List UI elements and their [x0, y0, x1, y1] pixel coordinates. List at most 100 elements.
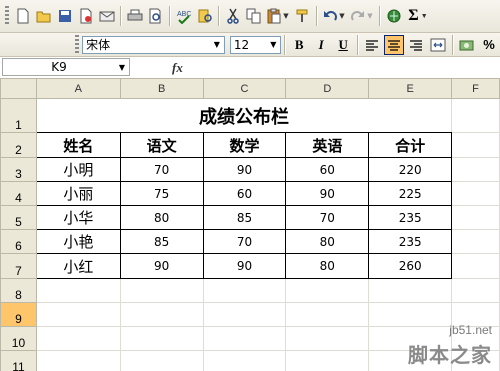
- header-cell[interactable]: 英语: [285, 132, 370, 158]
- print-icon[interactable]: [125, 6, 144, 26]
- redo-icon[interactable]: ▼: [349, 6, 375, 26]
- row-header[interactable]: 1: [0, 98, 37, 133]
- format-painter-icon[interactable]: [293, 6, 312, 26]
- data-cell[interactable]: 小华: [35, 205, 121, 230]
- data-cell[interactable]: 260: [368, 253, 453, 279]
- data-cell[interactable]: 220: [368, 157, 453, 182]
- chevron-down-icon[interactable]: ▼: [115, 63, 129, 72]
- paste-icon[interactable]: ▼: [265, 6, 291, 26]
- data-cell[interactable]: 小红: [35, 253, 121, 279]
- cell[interactable]: [35, 302, 121, 327]
- mail-icon[interactable]: [97, 6, 116, 26]
- undo-icon[interactable]: ▼: [321, 6, 347, 26]
- sheet-title-cell[interactable]: 成绩公布栏: [35, 98, 453, 133]
- column-header[interactable]: F: [451, 78, 500, 99]
- cell[interactable]: [285, 278, 370, 303]
- align-right-icon[interactable]: [406, 35, 426, 55]
- cell[interactable]: [451, 229, 500, 254]
- data-cell[interactable]: 225: [368, 181, 453, 206]
- data-cell[interactable]: 75: [119, 181, 204, 206]
- function-icon[interactable]: fx: [172, 60, 183, 76]
- row-header[interactable]: 6: [0, 229, 37, 254]
- font-size-select[interactable]: 12 ▼: [229, 35, 282, 54]
- cell[interactable]: [451, 157, 500, 182]
- data-cell[interactable]: 85: [119, 229, 204, 254]
- italic-button[interactable]: I: [311, 35, 331, 55]
- data-cell[interactable]: 小明: [35, 157, 121, 182]
- spelling-icon[interactable]: ABC: [174, 6, 193, 26]
- column-header[interactable]: A: [35, 78, 121, 99]
- percent-icon[interactable]: %: [479, 35, 499, 55]
- autosum-icon[interactable]: Σ ▼: [405, 6, 431, 26]
- row-header[interactable]: 2: [0, 132, 37, 158]
- data-cell[interactable]: 80: [285, 253, 370, 279]
- select-all-corner[interactable]: [0, 78, 37, 99]
- data-cell[interactable]: 小艳: [35, 229, 121, 254]
- cell[interactable]: [35, 278, 121, 303]
- toolbar-grip[interactable]: [5, 6, 9, 26]
- data-cell[interactable]: 90: [202, 157, 287, 182]
- new-icon[interactable]: [13, 6, 32, 26]
- header-cell[interactable]: 语文: [119, 132, 204, 158]
- header-cell[interactable]: 数学: [202, 132, 287, 158]
- hyperlink-icon[interactable]: [384, 6, 403, 26]
- row-header[interactable]: 11: [0, 350, 37, 371]
- align-center-icon[interactable]: [384, 34, 405, 55]
- row-header[interactable]: 8: [0, 278, 37, 303]
- save-icon[interactable]: [55, 6, 74, 26]
- data-cell[interactable]: 小丽: [35, 181, 121, 206]
- cell[interactable]: [35, 326, 121, 351]
- data-cell[interactable]: 80: [119, 205, 204, 230]
- data-cell[interactable]: 235: [368, 205, 453, 230]
- data-cell[interactable]: 70: [285, 205, 370, 230]
- data-cell[interactable]: 235: [368, 229, 453, 254]
- row-header[interactable]: 5: [0, 205, 37, 230]
- data-cell[interactable]: 90: [119, 253, 204, 279]
- row-header[interactable]: 3: [0, 157, 37, 182]
- formula-input[interactable]: [196, 58, 498, 76]
- cut-icon[interactable]: [223, 6, 242, 26]
- data-cell[interactable]: 90: [202, 253, 287, 279]
- cell[interactable]: [451, 205, 500, 230]
- cell[interactable]: [119, 326, 204, 351]
- cell[interactable]: [202, 278, 287, 303]
- row-header-selected[interactable]: 9: [0, 302, 37, 327]
- data-cell[interactable]: 60: [202, 181, 287, 206]
- cell[interactable]: [35, 350, 121, 371]
- cell[interactable]: [202, 350, 287, 371]
- underline-button[interactable]: U: [333, 35, 353, 55]
- data-cell[interactable]: 70: [119, 157, 204, 182]
- data-cell[interactable]: 85: [202, 205, 287, 230]
- cell[interactable]: [451, 98, 500, 133]
- open-icon[interactable]: [34, 6, 53, 26]
- row-header[interactable]: 10: [0, 326, 37, 351]
- chevron-down-icon[interactable]: ▼: [266, 37, 280, 53]
- cell[interactable]: [451, 181, 500, 206]
- header-cell[interactable]: 姓名: [35, 132, 121, 158]
- data-cell[interactable]: 90: [285, 181, 370, 206]
- research-icon[interactable]: [195, 6, 214, 26]
- cell[interactable]: [285, 302, 370, 327]
- data-cell[interactable]: 70: [202, 229, 287, 254]
- cell[interactable]: [451, 253, 500, 279]
- currency-icon[interactable]: [457, 35, 477, 55]
- merge-center-icon[interactable]: [428, 35, 448, 55]
- data-cell[interactable]: 80: [285, 229, 370, 254]
- toolbar-grip[interactable]: [75, 34, 80, 55]
- cell[interactable]: [202, 326, 287, 351]
- cell[interactable]: [285, 326, 370, 351]
- cell[interactable]: [368, 278, 453, 303]
- cell[interactable]: [202, 302, 287, 327]
- font-name-select[interactable]: 宋体 ▼: [82, 35, 225, 54]
- cell[interactable]: [119, 278, 204, 303]
- cell[interactable]: [119, 302, 204, 327]
- cell[interactable]: [451, 278, 500, 303]
- header-cell[interactable]: 合计: [368, 132, 453, 158]
- column-header[interactable]: E: [368, 78, 453, 99]
- column-header[interactable]: D: [285, 78, 370, 99]
- cell[interactable]: [451, 132, 500, 158]
- column-header[interactable]: B: [119, 78, 204, 99]
- cell[interactable]: [119, 350, 204, 371]
- chevron-down-icon[interactable]: ▼: [210, 37, 224, 53]
- copy-icon[interactable]: [244, 6, 263, 26]
